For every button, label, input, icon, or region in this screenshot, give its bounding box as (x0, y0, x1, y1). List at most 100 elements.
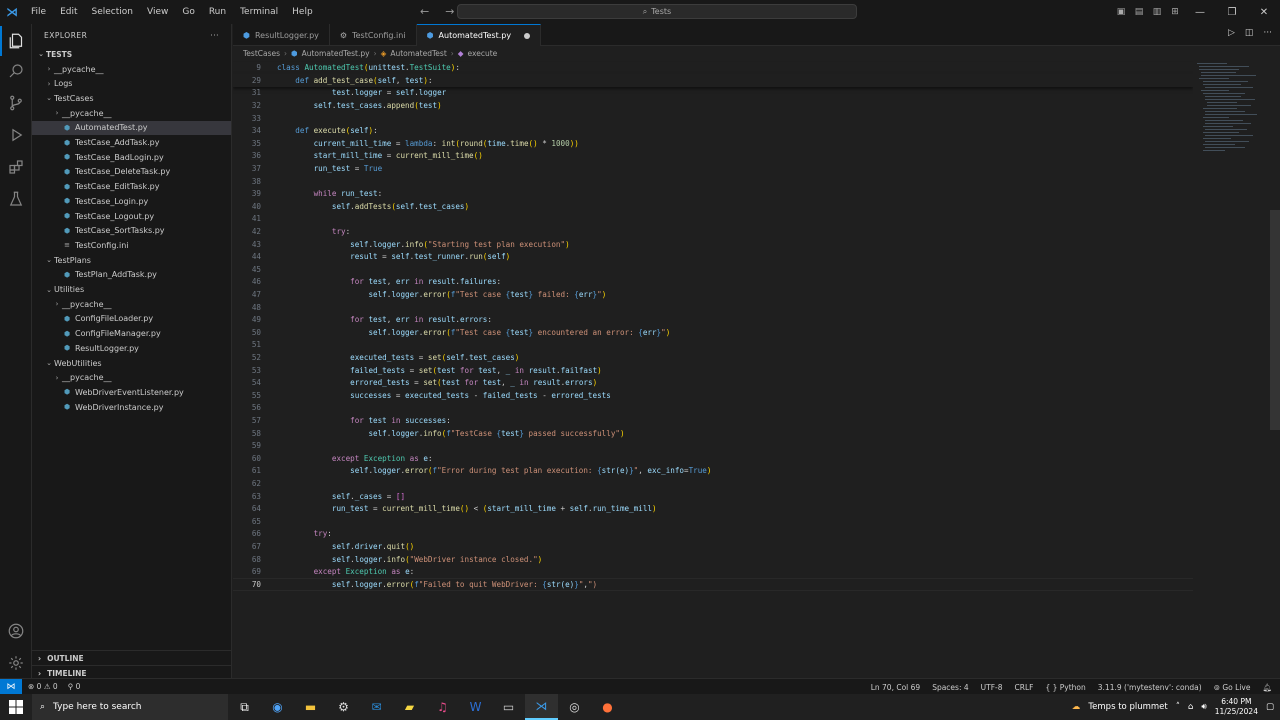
unsaved-dot-icon[interactable] (524, 32, 531, 39)
menu-terminal[interactable]: Terminal (233, 7, 285, 17)
toggle-secondary-sidebar-icon[interactable]: ▥ (1148, 7, 1166, 17)
breadcrumb-item[interactable]: execute (468, 49, 498, 58)
code-line[interactable]: 33 (233, 112, 1193, 125)
tab-resultlogger[interactable]: ⬢ ResultLogger.py (233, 24, 330, 46)
code-editor[interactable]: 9 class AutomatedTest(unittest.TestSuite)… (233, 61, 1193, 678)
tree-folder[interactable]: ⌄ TESTS (32, 47, 231, 62)
tree-file[interactable]: ⬢ ConfigFileManager.py (32, 326, 231, 341)
code-line[interactable]: 41 (233, 213, 1193, 226)
volume-icon[interactable]: 🔊︎ (1201, 702, 1206, 712)
breadcrumb-item[interactable]: AutomatedTest.py (302, 49, 370, 58)
toggle-sidebar-icon[interactable]: ▣ (1112, 7, 1130, 17)
code-line[interactable]: 44 result = self.test_runner.run(self) (233, 251, 1193, 264)
code-line[interactable]: 36 start_mill_time = current_mill_time() (233, 150, 1193, 163)
tree-file[interactable]: ⬢ TestCase_EditTask.py (32, 179, 231, 194)
word-icon[interactable]: W (459, 694, 492, 720)
remote-indicator-icon[interactable]: ⋈ (0, 678, 22, 695)
tree-file[interactable]: ≡ TestConfig.ini (32, 238, 231, 253)
tree-folder[interactable]: ⌄ WebUtilities (32, 356, 231, 371)
tree-file[interactable]: ⬢ TestCase_Logout.py (32, 209, 231, 224)
tree-folder[interactable]: ⌄ Utilities (32, 282, 231, 297)
tree-folder[interactable]: ⌄ TestPlans (32, 253, 231, 268)
tree-file[interactable]: ⬢ TestCase_SortTasks.py (32, 223, 231, 238)
outline-section[interactable]: › OUTLINE (32, 650, 231, 665)
clock[interactable]: 6:40 PM 11/25/2024 (1215, 697, 1258, 717)
code-line[interactable]: 62 (233, 477, 1193, 490)
tree-file[interactable]: ⬢ WebDriverEventListener.py (32, 385, 231, 400)
more-actions-icon[interactable]: ··· (1263, 28, 1272, 38)
code-line[interactable]: 60 except Exception as e: (233, 452, 1193, 465)
tree-file[interactable]: ⬢ TestCase_BadLogin.py (32, 150, 231, 165)
code-line[interactable]: 65 (233, 515, 1193, 528)
code-line[interactable]: 68 self.logger.info("WebDriver instance … (233, 553, 1193, 566)
settings-icon[interactable]: ⚙ (327, 694, 360, 720)
code-line[interactable]: 38 (233, 175, 1193, 188)
code-line[interactable]: 34 def execute(self): (233, 125, 1193, 138)
tree-file[interactable]: ⬢ ConfigFileLoader.py (32, 312, 231, 327)
source-control-icon[interactable] (0, 88, 32, 118)
minimap[interactable] (1193, 61, 1273, 678)
minimize-icon[interactable]: — (1184, 7, 1216, 18)
code-line[interactable]: 40 self.addTests(self.test_cases) (233, 200, 1193, 213)
sticky-scroll-line[interactable]: 9 class AutomatedTest(unittest.TestSuite)… (233, 61, 1193, 75)
notifications-bell-icon[interactable]: 🔔︎ (1262, 683, 1272, 692)
music-app-icon[interactable]: ♫ (426, 694, 459, 720)
code-line[interactable]: 58 self.logger.info(f"TestCase {test} pa… (233, 427, 1193, 440)
close-icon[interactable]: ✕ (1248, 7, 1280, 18)
sticky-notes-icon[interactable]: ▰ (393, 694, 426, 720)
code-line[interactable]: 61 self.logger.error(f"Error during test… (233, 465, 1193, 478)
code-line[interactable]: 39 while run_test: (233, 188, 1193, 201)
tree-folder[interactable]: › __pycache__ (32, 106, 231, 121)
editor-scrollbar[interactable] (1270, 210, 1280, 430)
problems-status[interactable]: ⊗ 0 ⚠ 0 (28, 682, 58, 691)
chrome-icon[interactable]: ◎ (558, 694, 591, 720)
outlook-icon[interactable]: ✉ (360, 694, 393, 720)
menu-help[interactable]: Help (285, 7, 320, 17)
tree-file[interactable]: ⬢ TestPlan_AddTask.py (32, 268, 231, 283)
go-live-button[interactable]: ⊚ Go Live (1214, 683, 1251, 692)
search-icon[interactable] (0, 56, 32, 86)
tab-automatedtest[interactable]: ⬢ AutomatedTest.py (416, 24, 542, 46)
tree-file[interactable]: ⬢ TestCase_Login.py (32, 194, 231, 209)
code-line[interactable]: 51 (233, 339, 1193, 352)
extensions-icon[interactable] (0, 152, 32, 182)
menu-go[interactable]: Go (175, 7, 201, 17)
menu-view[interactable]: View (140, 7, 175, 17)
breadcrumb-item[interactable]: TestCases (243, 49, 280, 58)
vscode-taskbar-icon[interactable]: ⋊ (525, 694, 558, 720)
taskbar-search[interactable]: ⌕ Type here to search (32, 694, 228, 720)
tree-folder[interactable]: ⌄ TestCases (32, 91, 231, 106)
tree-file[interactable]: ⬢ WebDriverInstance.py (32, 400, 231, 415)
menu-selection[interactable]: Selection (85, 7, 140, 17)
eol-status[interactable]: CRLF (1015, 683, 1034, 692)
sticky-scroll-line[interactable]: 29 def add_test_case(self, test): (233, 74, 1193, 87)
copilot-icon[interactable]: ◉ (261, 694, 294, 720)
tree-folder[interactable]: › __pycache__ (32, 297, 231, 312)
tree-file[interactable]: ⬢ TestCase_AddTask.py (32, 135, 231, 150)
run-debug-icon[interactable] (0, 120, 32, 150)
code-line[interactable]: 59 (233, 440, 1193, 453)
start-button[interactable] (0, 694, 32, 720)
terminal-icon[interactable]: ▭ (492, 694, 525, 720)
tree-file[interactable]: ⬢ ResultLogger.py (32, 341, 231, 356)
toggle-panel-icon[interactable]: ▤ (1130, 7, 1148, 17)
ports-status[interactable]: ⚲ 0 (68, 682, 81, 691)
code-line[interactable]: 46 for test, err in result.failures: (233, 276, 1193, 289)
code-line[interactable]: 47 self.logger.error(f"Test case {test} … (233, 288, 1193, 301)
tab-testconfig[interactable]: ⚙ TestConfig.ini (330, 24, 417, 46)
back-arrow-icon[interactable]: ← (420, 5, 429, 18)
more-actions-icon[interactable]: ··· (210, 31, 219, 40)
menu-file[interactable]: File (24, 7, 53, 17)
code-line[interactable]: 42 try: (233, 225, 1193, 238)
code-line[interactable]: 69 except Exception as e: (233, 566, 1193, 579)
run-python-icon[interactable]: ▷ (1228, 28, 1235, 38)
code-line[interactable]: 35 current_mill_time = lambda: int(round… (233, 137, 1193, 150)
tree-folder[interactable]: › Logs (32, 76, 231, 91)
show-hidden-icons-icon[interactable]: ˄ (1176, 702, 1180, 712)
split-editor-icon[interactable]: ◫ (1245, 28, 1254, 38)
task-view-icon[interactable]: ⧉ (228, 694, 261, 720)
code-line[interactable]: 63 self._cases = [] (233, 490, 1193, 503)
weather-text[interactable]: Temps to plummet (1088, 702, 1167, 712)
code-line[interactable]: 53 failed_tests = set(test for test, _ i… (233, 364, 1193, 377)
code-line[interactable]: 54 errored_tests = set(test for test, _ … (233, 377, 1193, 390)
